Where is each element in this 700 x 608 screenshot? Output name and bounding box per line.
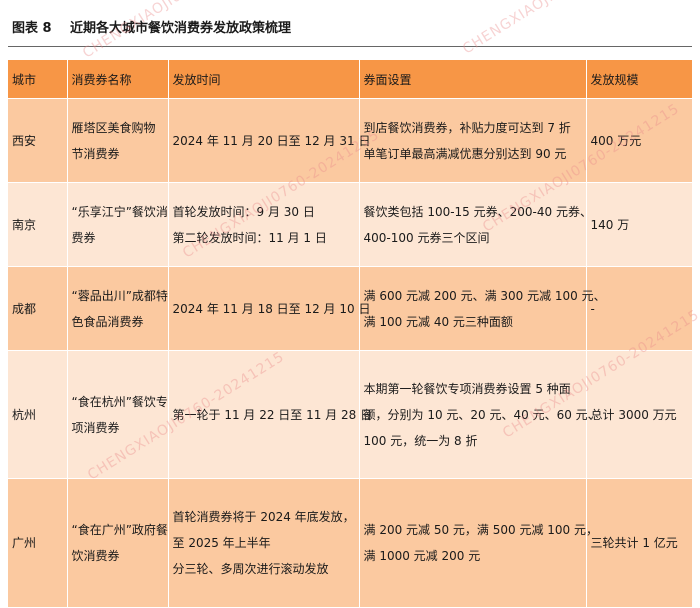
cell-line: 节消费券: [71, 146, 120, 161]
cell-line: 满 600 元减 200 元、满 300 元减 100 元、: [363, 288, 606, 303]
cell-city: 西安: [8, 98, 68, 183]
cell-line: 2024 年 11 月 20 日至 12 月 31 日: [172, 133, 371, 148]
cell-line: 400-100 元券三个区间: [363, 230, 490, 245]
cell-name: “乐享江宁”餐饮消 费券: [67, 182, 169, 267]
cell-line: 雁塔区美食购物: [71, 120, 156, 135]
cell-name: “食在广州”政府餐 饮消费券: [67, 478, 169, 607]
cell-line: 色食品消费券: [71, 314, 144, 329]
figure-header: 图表 8 近期各大城市餐饮消费券发放政策梳理: [8, 8, 692, 47]
cell-line: 本期第一轮餐饮专项消费券设置 5 种面: [363, 381, 571, 396]
table-header-row: 城市 消费券名称 发放时间 券面设置 发放规模: [8, 60, 693, 99]
cell-line: 单笔订单最高满减优惠分别达到 90 元: [363, 146, 567, 161]
table-row: 杭州 “食在杭州”餐饮专 项消费券 第一轮于 11 月 22 日至 11 月 28…: [8, 350, 693, 479]
cell-line: 满 1000 元减 200 元: [363, 548, 481, 563]
cell-line: 到店餐饮消费券，补贴力度可达到 7 折: [363, 120, 571, 135]
cell-time: 首轮消费券将于 2024 年底发放， 至 2025 年上半年分三轮、多周次进行滚动…: [168, 478, 360, 607]
table-row: 西安 雁塔区美食购物 节消费券 2024 年 11 月 20 日至 12 月 31…: [8, 98, 693, 183]
cell-scale: 400 万元: [586, 98, 693, 183]
cell-line: 第二轮发放时间：11 月 1 日: [172, 230, 327, 245]
cell-time: 首轮发放时间：9 月 30 日第二轮发放时间：11 月 1 日: [168, 182, 360, 267]
policy-table: 城市 消费券名称 发放时间 券面设置 发放规模 西安 雁塔区美食购物 节消费券 2…: [8, 60, 693, 607]
cell-line: 餐饮类包括 100-15 元券、200-40 元券、: [363, 204, 592, 219]
cell-line: 100 元，统一为 8 折: [363, 433, 478, 448]
cell-scale: 三轮共计 1 亿元: [586, 478, 693, 607]
cell-line: “乐享江宁”餐饮消: [71, 204, 168, 219]
cell-line: 分三轮、多周次进行滚动发放: [172, 561, 329, 576]
cell-setting: 满 600 元减 200 元、满 300 元减 100 元、满 100 元减 4…: [359, 266, 606, 351]
cell-line: 满 100 元减 40 元三种面额: [363, 314, 513, 329]
cell-city: 杭州: [8, 350, 68, 479]
cell-line: 费券: [71, 230, 96, 245]
cell-setting: 满 200 元减 50 元，满 500 元减 100 元， 满 1000 元减 2…: [359, 478, 599, 607]
table-row: 南京 “乐享江宁”餐饮消 费券 首轮发放时间：9 月 30 日第二轮发放时间：11…: [8, 182, 693, 267]
cell-line: 额，分别为 10 元、20 元、40 元、60 元、: [363, 407, 600, 422]
table-row: 广州 “食在广州”政府餐 饮消费券 首轮消费券将于 2024 年底发放， 至 202…: [8, 478, 693, 607]
cell-line: 首轮消费券将于 2024 年底发放，: [172, 509, 355, 524]
header-setting: 券面设置: [359, 60, 587, 99]
cell-city: 南京: [8, 182, 68, 267]
header-name: 消费券名称: [67, 60, 169, 99]
cell-scale: 140 万: [586, 182, 693, 267]
cell-line: 项消费券: [71, 420, 120, 435]
figure-title: 近期各大城市餐饮消费券发放政策梳理: [70, 21, 292, 36]
cell-line: 首轮发放时间：9 月 30 日: [172, 204, 315, 219]
figure-label: 图表 8: [12, 21, 52, 36]
header-city: 城市: [8, 60, 68, 99]
cell-line: “食在杭州”餐饮专: [71, 394, 168, 409]
header-time: 发放时间: [168, 60, 360, 99]
cell-time: 第一轮于 11 月 22 日至 11 月 28 日: [168, 350, 373, 479]
cell-line: 满 200 元减 50 元，满 500 元减 100 元，: [363, 522, 599, 537]
cell-setting: 到店餐饮消费券，补贴力度可达到 7 折单笔订单最高满减优惠分别达到 90 元: [359, 98, 587, 183]
cell-time: 2024 年 11 月 20 日至 12 月 31 日: [168, 98, 371, 183]
cell-scale: 总计 3000 万元: [586, 350, 693, 479]
cell-time: 2024 年 11 月 18 日至 12 月 10 日: [168, 266, 371, 351]
cell-line: 至 2025 年上半年: [172, 535, 271, 550]
table-row: 成都 “蓉品出川”成都特 色食品消费券 2024 年 11 月 18 日至 12 …: [8, 266, 693, 351]
cell-name: “食在杭州”餐饮专 项消费券: [67, 350, 169, 479]
cell-line: “蓉品出川”成都特: [71, 288, 168, 303]
header-scale: 发放规模: [586, 60, 693, 99]
cell-setting: 餐饮类包括 100-15 元券、200-40 元券、 400-100 元券三个区间: [359, 182, 592, 267]
cell-line: 第一轮于 11 月 22 日至 11 月 28 日: [172, 407, 373, 422]
cell-name: 雁塔区美食购物 节消费券: [67, 98, 169, 183]
cell-line: “食在广州”政府餐: [71, 522, 168, 537]
cell-setting: 本期第一轮餐饮专项消费券设置 5 种面额，分别为 10 元、20 元、40 元、…: [359, 350, 600, 479]
cell-name: “蓉品出川”成都特 色食品消费券: [67, 266, 169, 351]
cell-line: 饮消费券: [71, 548, 120, 563]
cell-line: 2024 年 11 月 18 日至 12 月 10 日: [172, 301, 371, 316]
cell-city: 成都: [8, 266, 68, 351]
cell-city: 广州: [8, 478, 68, 607]
cell-scale: -: [586, 266, 693, 351]
